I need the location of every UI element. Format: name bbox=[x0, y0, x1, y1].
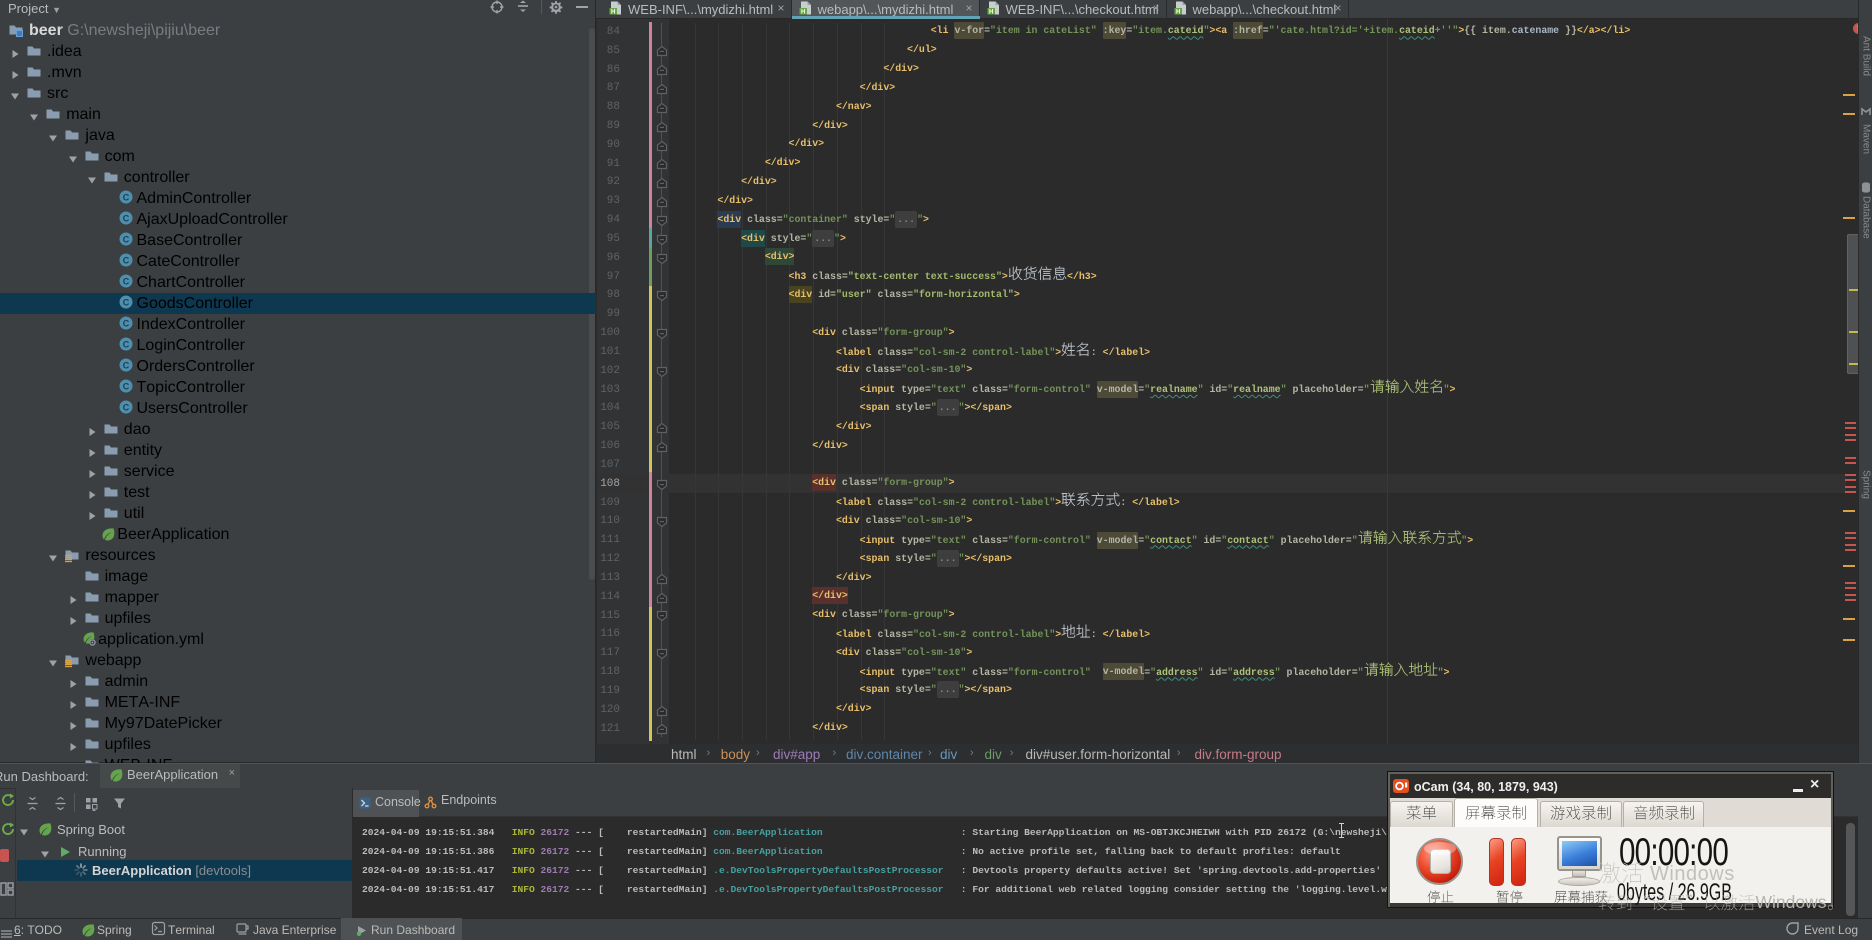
svg-text:C: C bbox=[123, 235, 130, 245]
svg-text:H: H bbox=[989, 9, 993, 15]
svg-text:C: C bbox=[123, 193, 130, 203]
svg-text:C: C bbox=[123, 340, 130, 350]
svg-text:H: H bbox=[1176, 9, 1180, 15]
svg-text:C: C bbox=[123, 277, 130, 287]
svg-text:C: C bbox=[123, 256, 130, 266]
svg-text:C: C bbox=[123, 298, 130, 308]
svg-text:H: H bbox=[611, 9, 615, 15]
svg-text:C: C bbox=[123, 319, 130, 329]
svg-text:C: C bbox=[123, 361, 130, 371]
svg-text:C: C bbox=[123, 403, 130, 413]
svg-text:C: C bbox=[123, 214, 130, 224]
svg-text:C: C bbox=[123, 382, 130, 392]
svg-text:H: H bbox=[801, 9, 805, 15]
